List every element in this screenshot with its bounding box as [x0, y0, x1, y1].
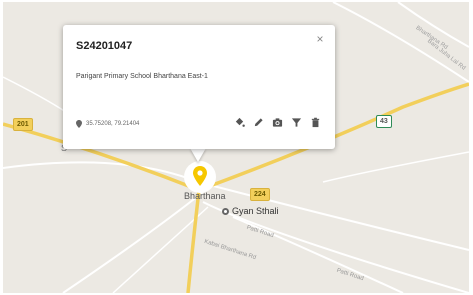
camera-icon[interactable] — [272, 117, 283, 128]
poi-dot-icon — [222, 207, 229, 215]
location-pin-icon[interactable] — [183, 160, 217, 194]
coordinates-text: 35.75208, 79.21404 — [86, 121, 140, 127]
highway-shield: 43 — [376, 115, 392, 128]
popup-tail — [190, 148, 206, 162]
poi-label: Gyan Sthali — [232, 206, 279, 216]
poi-marker[interactable]: Gyan Sthali — [222, 206, 279, 216]
popup-actions — [234, 117, 321, 128]
location-icon — [76, 120, 82, 128]
popup-title: S24201047 — [76, 40, 133, 52]
popup-coordinates: 35.75208, 79.21404 — [76, 120, 139, 128]
edit-pencil-icon[interactable] — [253, 117, 264, 128]
trash-icon[interactable] — [310, 117, 321, 128]
filter-icon[interactable] — [291, 117, 302, 128]
close-button[interactable]: × — [314, 33, 326, 45]
paint-bucket-icon[interactable] — [234, 117, 245, 128]
popup-description: Parigant Primary School Bharthana East-1 — [76, 73, 208, 80]
highway-shield: 201 — [13, 118, 33, 131]
info-popup: S24201047 × Parigant Primary School Bhar… — [63, 25, 335, 149]
highway-shield: 224 — [250, 188, 270, 201]
